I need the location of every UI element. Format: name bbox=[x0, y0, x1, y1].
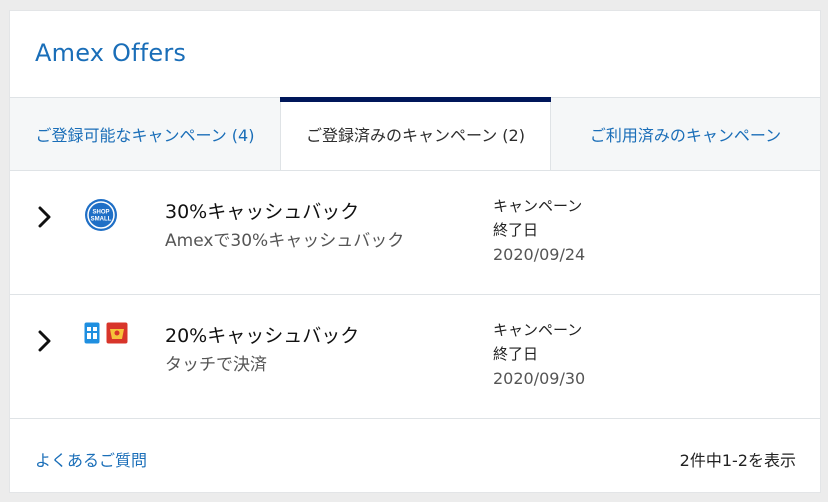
page-title: Amex Offers bbox=[35, 39, 187, 67]
faq-link[interactable]: よくあるご質問 bbox=[35, 447, 147, 471]
tab-registered-campaigns[interactable]: ご登録済みのキャンペーン (2) bbox=[280, 97, 551, 170]
offer-row[interactable]: SHOP SMALL 30%キャッシュバック Amexで30%キャッシュバック … bbox=[10, 171, 820, 295]
end-date-label: 終了日 bbox=[493, 345, 539, 363]
offer-title: 30%キャッシュバック bbox=[165, 201, 360, 223]
offer-title: 20%キャッシュバック bbox=[165, 325, 360, 347]
campaign-end-info: キャンペーン 終了日 2020/09/30 bbox=[493, 318, 585, 391]
campaign-label: キャンペーン bbox=[493, 321, 583, 339]
offer-subtitle: Amexで30%キャッシュバック bbox=[165, 231, 405, 251]
chevron-right-icon[interactable] bbox=[38, 205, 52, 229]
end-date-value: 2020/09/30 bbox=[493, 369, 586, 388]
chevron-right-icon[interactable] bbox=[38, 329, 52, 353]
shop-small-logo: SHOP SMALL bbox=[85, 199, 117, 231]
end-date-label: 終了日 bbox=[493, 221, 539, 239]
offer-logos bbox=[84, 322, 128, 344]
tab-available-campaigns[interactable]: ご登録可能なキャンペーン (4) bbox=[10, 98, 280, 170]
shop-small-logo-text-1: SHOP bbox=[92, 210, 109, 216]
tab-used-campaigns[interactable]: ご利用済みのキャンペーン bbox=[551, 98, 820, 170]
campaign-label: キャンペーン bbox=[493, 197, 583, 215]
card-header: Amex Offers bbox=[10, 11, 820, 98]
offers-card: Amex Offers ご登録可能なキャンペーン (4) ご登録済みのキャンペー… bbox=[10, 11, 820, 492]
end-date-value: 2020/09/24 bbox=[493, 245, 586, 264]
campaign-end-info: キャンペーン 終了日 2020/09/24 bbox=[493, 194, 585, 267]
result-count: 2件中1-2を表示 bbox=[679, 451, 796, 470]
contactless-icon bbox=[84, 322, 100, 344]
tab-bar: ご登録可能なキャンペーン (4) ご登録済みのキャンペーン (2) ご利用済みの… bbox=[10, 97, 820, 171]
shop-small-logo-text-2: SMALL bbox=[91, 217, 112, 223]
offer-logos: SHOP SMALL bbox=[84, 198, 118, 232]
merchant-logo bbox=[106, 322, 128, 344]
offer-row[interactable]: 20%キャッシュバック タッチで決済 キャンペーン 終了日 2020/09/30 bbox=[10, 295, 820, 419]
offer-subtitle: タッチで決済 bbox=[165, 355, 267, 375]
card-footer: よくあるご質問 2件中1-2を表示 bbox=[10, 419, 820, 495]
